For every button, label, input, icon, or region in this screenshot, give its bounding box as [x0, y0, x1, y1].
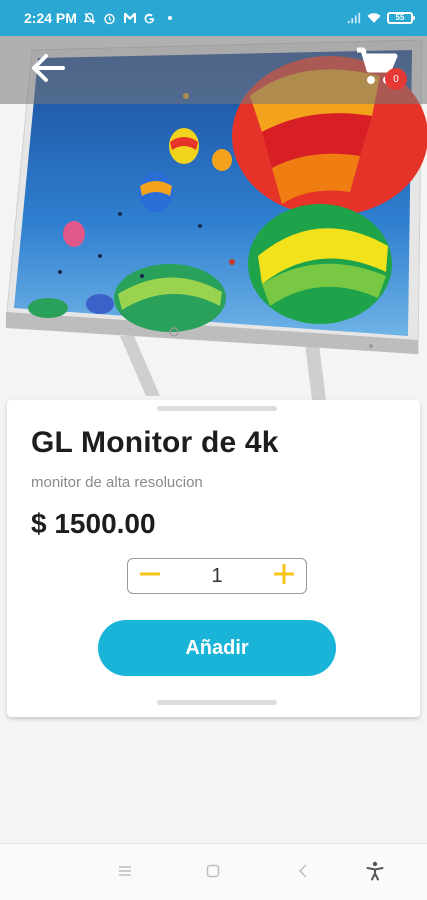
plus-icon [272, 562, 296, 591]
back-icon [298, 863, 308, 883]
gmail-icon [123, 11, 137, 25]
menu-icon [118, 864, 132, 882]
back-button[interactable] [26, 48, 70, 92]
drag-handle-top[interactable] [157, 406, 277, 411]
product-price: $ 1500.00 [31, 508, 156, 539]
wifi-icon [367, 11, 381, 25]
add-to-cart-button[interactable]: Añadir [98, 620, 336, 676]
alarm-icon [103, 11, 117, 25]
status-left: 2:24 PM [24, 10, 177, 26]
status-bar: 2:24 PM 55 [0, 0, 427, 36]
cart-count-badge: 0 [385, 68, 407, 90]
nav-menu-button[interactable] [112, 860, 138, 886]
quantity-value: 1 [211, 564, 223, 587]
product-description: monitor de alta resolucion [31, 474, 203, 491]
system-navigation-bar [0, 843, 427, 900]
battery-icon: 55 [387, 12, 415, 24]
google-icon [143, 11, 157, 25]
minus-icon [138, 562, 162, 591]
cart-button[interactable]: 0 [355, 44, 407, 94]
product-title: GL Monitor de 4k [31, 426, 279, 459]
battery-level: 55 [395, 13, 405, 22]
nav-home-button[interactable] [200, 860, 226, 886]
increase-button[interactable] [272, 562, 296, 591]
nav-back-button[interactable] [290, 860, 316, 886]
signal-icon [347, 11, 361, 25]
home-icon [206, 864, 220, 883]
nav-accessibility-button[interactable] [362, 860, 388, 886]
drag-handle-bottom[interactable] [157, 700, 277, 705]
product-card: GL Monitor de 4k monitor de alta resoluc… [7, 400, 420, 717]
quantity-stepper: 1 [127, 558, 307, 594]
muted-bell-icon [83, 11, 97, 25]
top-app-bar: 0 [0, 36, 427, 104]
decrease-button[interactable] [138, 564, 162, 588]
status-right: 55 [347, 11, 415, 25]
accessibility-icon [366, 861, 384, 886]
arrow-left-icon [31, 53, 65, 88]
dot-icon [163, 11, 177, 25]
status-time: 2:24 PM [24, 10, 77, 26]
